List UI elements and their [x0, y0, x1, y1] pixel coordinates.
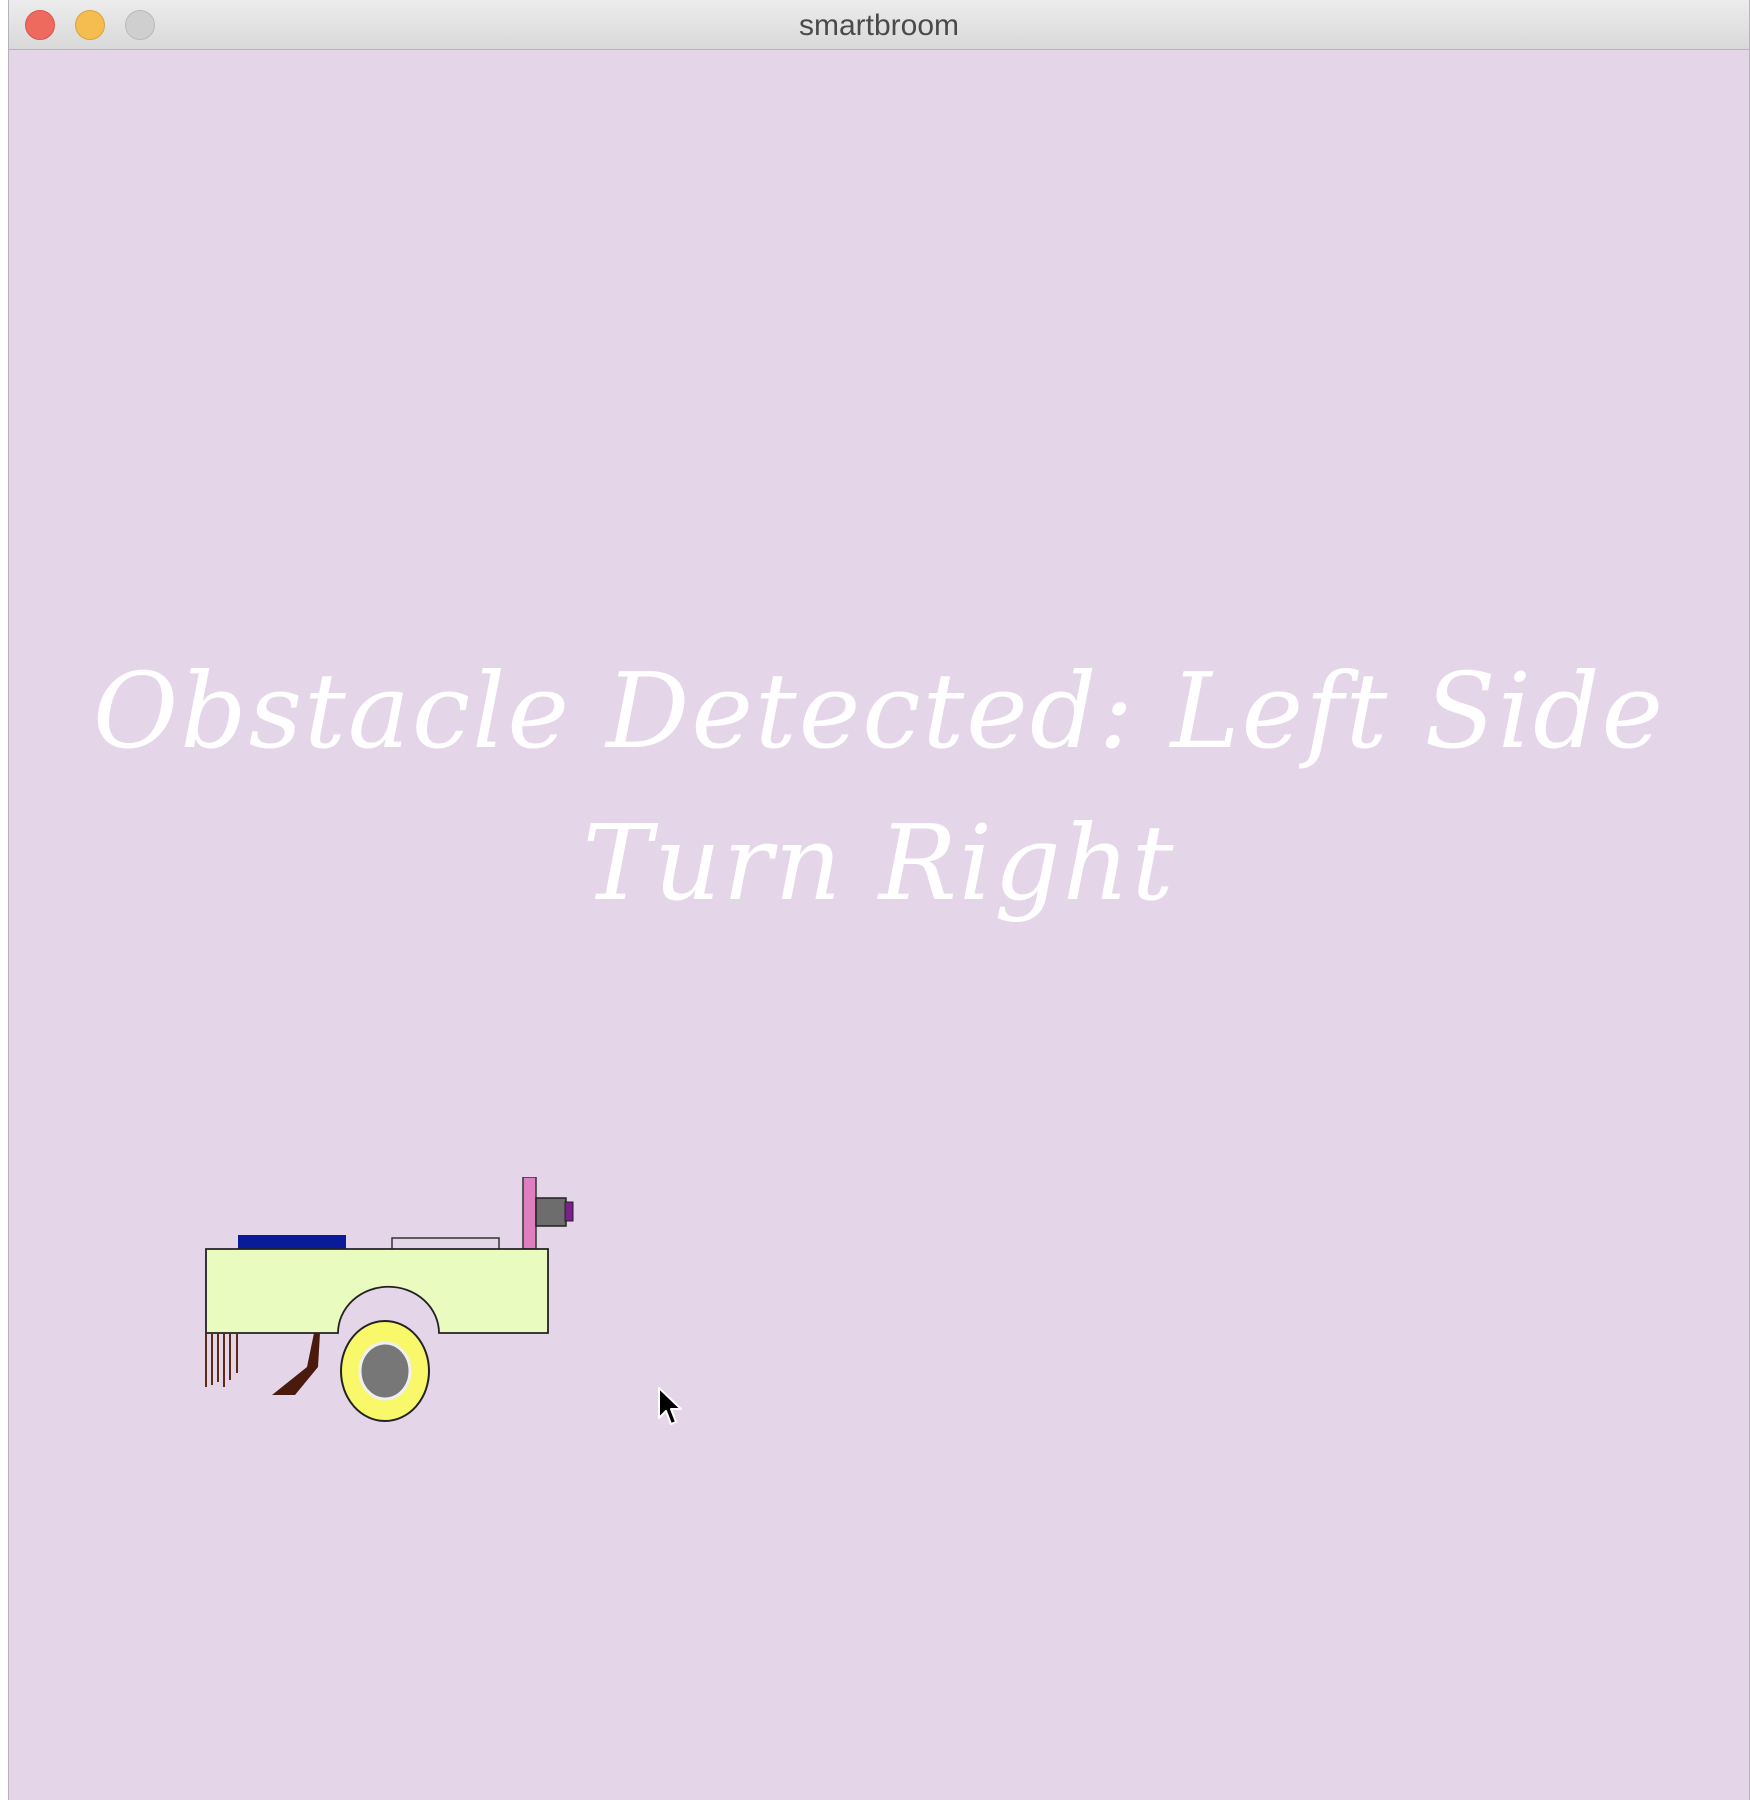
simulation-canvas[interactable]: Obstacle Detected: Left Side Turn Right [9, 50, 1749, 1800]
arrow-cursor-icon [658, 1387, 682, 1425]
brush-bristles [205, 1333, 238, 1387]
sensor-mast [522, 1177, 537, 1250]
window-title: smartbroom [798, 9, 960, 42]
smartbroom-robot [205, 1177, 574, 1422]
robot-body [205, 1248, 549, 1334]
top-panel-outline [391, 1237, 500, 1249]
sensor-lens [564, 1201, 574, 1222]
status-message-action: Turn Right [582, 802, 1176, 924]
broom-scraper [272, 1333, 320, 1395]
wheel-hub [358, 1341, 412, 1401]
app-window: smartbroom Obstacle Detected: Left Side … [8, 0, 1750, 1800]
title-bar[interactable]: smartbroom [9, 0, 1749, 50]
status-message-obstacle: Obstacle Detected: Left Side [92, 650, 1666, 772]
battery-lid [238, 1235, 346, 1249]
ultrasonic-sensor [535, 1197, 567, 1227]
